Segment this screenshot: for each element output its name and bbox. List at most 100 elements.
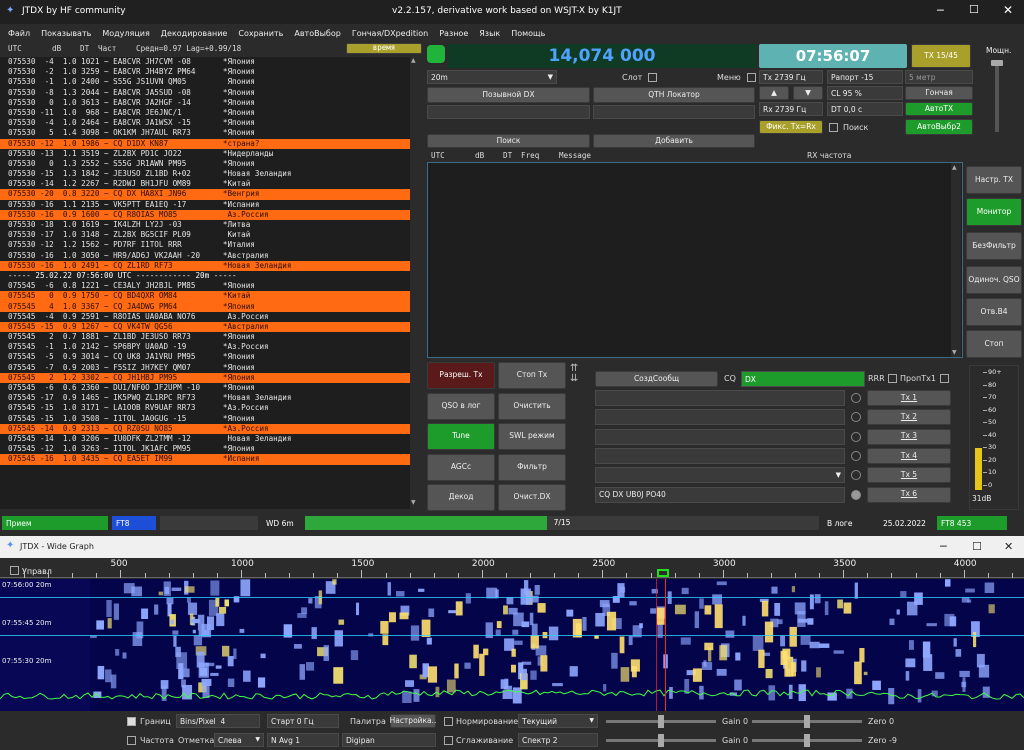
slot-checkbox[interactable] <box>648 73 657 82</box>
palette-settings-button[interactable]: Настройка.. <box>390 714 436 728</box>
decode-row[interactable]: 075530 0 1.3 2552 ~ S55G JR1AWN PM95 *Яп… <box>0 159 410 169</box>
start-field[interactable]: Старт 0 Гц <box>267 714 339 728</box>
skip-tx1-checkbox[interactable] <box>940 374 949 383</box>
tx-radio-3[interactable] <box>851 431 861 442</box>
zero-slider-1[interactable] <box>752 715 862 728</box>
decode-row[interactable]: 075530 -13 1.1 3519 ~ ZL2BX PD1C JO22 *Н… <box>0 149 410 159</box>
decode-row[interactable]: 075545 -14 0.9 2313 ~ CQ RZ0SU NO85 *Аз.… <box>0 423 410 434</box>
menu-item-4[interactable]: Сохранить <box>238 29 283 38</box>
autotx-button[interactable]: АвтоТХ <box>905 102 973 116</box>
cl-field[interactable]: CL 95 % <box>827 86 903 100</box>
mark-select[interactable]: Слева ▼ <box>214 733 264 747</box>
current-select[interactable]: Текущий ▼ <box>518 714 598 728</box>
power-slider[interactable] <box>991 60 1003 132</box>
tx-message-input-3[interactable] <box>595 428 845 445</box>
control-button-6[interactable]: AGCc <box>427 453 495 481</box>
decode-row[interactable]: 075545 -15 1.0 3171 ~ LA1OOB RV9UAF RR73… <box>0 403 410 413</box>
rx-frequency-list[interactable] <box>427 162 963 358</box>
decode-row[interactable]: 075530 -18 1.0 1619 ~ IK4LZH LY2J -03 *Л… <box>0 220 410 230</box>
maximize-icon[interactable]: ☐ <box>969 3 979 16</box>
dx-grid-input[interactable] <box>593 105 755 119</box>
side-button-5[interactable]: Стоп <box>966 330 1022 358</box>
menu-item-0[interactable]: Файл <box>8 29 30 38</box>
decode-row[interactable]: 075530 -4 1.0 1021 ~ EA8CVR JH7CVM -08 *… <box>0 57 410 67</box>
decode-row[interactable]: 075545 -16 1.0 3435 ~ CQ EA5ET IM99 *Исп… <box>0 454 410 465</box>
decode-row[interactable]: 075545 -12 1.0 3263 ~ I1TOL JK1AFC PM95 … <box>0 444 410 454</box>
decode-row[interactable]: ----- 25.02.22 07:56:00 UTC ------------… <box>0 271 410 281</box>
menu-item-9[interactable]: Помощь <box>511 29 545 38</box>
tx-button-6[interactable]: Tx 6 <box>867 486 951 503</box>
tx-radio-5[interactable] <box>851 470 861 481</box>
search-button[interactable]: Поиск <box>427 134 590 148</box>
menu-item-2[interactable]: Модуляция <box>102 29 149 38</box>
normalize-checkbox[interactable] <box>444 717 453 726</box>
decode-row[interactable]: 075545 2 0.7 1881 ~ ZL1BD JE3USO RR73 *Я… <box>0 332 410 342</box>
decode-row[interactable]: 075530 -17 1.0 3148 ~ ZL2BX BG5CIF PL09 … <box>0 230 410 240</box>
decode-row[interactable]: 075545 4 1.0 3367 ~ CQ JA4DWG PM64 *Япон… <box>0 301 410 312</box>
digipan-select[interactable]: Digipan <box>342 733 436 747</box>
menu-item-5[interactable]: АвтоВыбор <box>294 29 340 38</box>
side-button-4[interactable]: Отв.B4 <box>966 298 1022 326</box>
tx-freq-field[interactable]: Tx 2739 Гц <box>759 70 823 84</box>
time-button[interactable]: время <box>346 43 422 54</box>
control-button-0[interactable]: Разреш. Тх <box>427 362 495 389</box>
band-activity-scrollbar[interactable]: ▲ ▼ <box>410 57 420 509</box>
tx-button-3[interactable]: Tx 3 <box>867 428 951 445</box>
tx-button-4[interactable]: Tx 4 <box>867 447 951 464</box>
decode-row[interactable]: 075530 -16 1.0 3050 ~ HR9/AD6J VK2AAH -2… <box>0 251 410 261</box>
tx-button-2[interactable]: Tx 2 <box>867 409 951 426</box>
dx-call-input[interactable] <box>427 105 590 119</box>
decode-row[interactable]: 075545 -14 1.0 3206 ~ IU0DFK ZL2TMM -12 … <box>0 434 410 444</box>
decode-row[interactable]: 075530 -11 1.0 968 ~ EA8CVR JE6JNC/1 *Яп… <box>0 108 410 118</box>
side-button-2[interactable]: БезФильтр <box>966 232 1022 260</box>
control-button-7[interactable]: Фильтр <box>498 453 566 481</box>
decode-row[interactable]: 075530 -16 0.9 1600 ~ CQ R8OIAS MO85 Аз.… <box>0 209 410 220</box>
decode-row[interactable]: 075530 5 1.4 3098 ~ OK1KM JH7AUL RR73 *Я… <box>0 128 410 138</box>
decode-row[interactable]: 075530 -1 1.0 2400 ~ S55G JS1UVN QM05 Яп… <box>0 77 410 87</box>
tx-message-input-4[interactable] <box>595 447 845 464</box>
report-field[interactable]: Рапорт -15 <box>827 70 903 84</box>
control-button-1[interactable]: Стоп Тх <box>498 362 566 389</box>
rx-freq-field[interactable]: Rx 2739 Гц <box>759 102 823 116</box>
decode-row[interactable]: 075545 -6 0.8 1221 ~ CE3ALY JH2BJL PM85 … <box>0 281 410 291</box>
decode-row[interactable]: 075530 -2 1.0 3259 ~ EA8CVR JH4BYZ PM64 … <box>0 67 410 77</box>
tx-radio-1[interactable] <box>851 393 861 403</box>
close-icon[interactable]: ✕ <box>1003 3 1013 17</box>
control-button-5[interactable]: SWL режим <box>498 423 566 450</box>
tx-message-input-1[interactable] <box>595 390 845 406</box>
control-checkbox[interactable] <box>10 566 19 575</box>
tx-message-input-2[interactable] <box>595 409 845 426</box>
add-button[interactable]: Добавить <box>593 134 755 148</box>
tx-message-input-5[interactable]: ▼ <box>595 467 845 484</box>
smooth-checkbox[interactable] <box>444 736 453 745</box>
cq-input[interactable]: DX <box>741 371 865 387</box>
decode-row[interactable]: 075545 -17 0.9 1465 ~ IK5PWQ ZL1RPC RF73… <box>0 393 410 403</box>
decode-row[interactable]: 075530 -15 1.3 1842 ~ JE3USO ZL1BD R+02 … <box>0 169 410 179</box>
decode-row[interactable]: 075545 -15 1.0 3508 ~ I1TOL JA0GUG -15 *… <box>0 414 410 424</box>
band-activity-list[interactable]: 075530 -4 1.0 1021 ~ EA8CVR JH7CVM -08 *… <box>0 57 410 509</box>
decode-row[interactable]: 075530 -4 1.0 2464 ~ EA8CVR JA1WSX -15 *… <box>0 118 410 128</box>
menu-item-3[interactable]: Декодирование <box>161 29 228 38</box>
dx-call-button[interactable]: Позывной DX <box>427 87 590 103</box>
navg-field[interactable]: N Avg 1 <box>267 733 339 747</box>
minimize-icon[interactable]: ─ <box>937 4 944 17</box>
decode-row[interactable]: 075545 -6 0.6 2360 ~ DU1/NF0O JF2UPM -10… <box>0 383 410 393</box>
bins-pixel-field[interactable]: Bins/Pixel 4 <box>176 714 260 728</box>
decode-row[interactable]: 075530 -14 1.2 2267 ~ R2DWJ BH1JFU OM89 … <box>0 179 410 189</box>
control-button-4[interactable]: Tune <box>427 423 495 450</box>
decode-row[interactable]: 075530 -16 1.0 2491 ~ CQ ZL1RD RF73 *Нов… <box>0 260 410 271</box>
tx-message-input-6[interactable]: CQ DX UB0J PO40 <box>595 486 845 503</box>
rx-list-scrollbar[interactable]: ▲ ▼ <box>951 163 961 357</box>
control-button-3[interactable]: Очистить <box>498 392 566 420</box>
spectrum-select[interactable]: Спектр 2 <box>518 733 598 747</box>
decode-row[interactable]: 075545 0 0.9 1750 ~ CQ BD4QXR OM84 *Кита… <box>0 291 410 302</box>
decode-row[interactable]: 075545 -15 0.9 1267 ~ CQ VK4TW QG56 *Авс… <box>0 321 410 333</box>
side-button-3[interactable]: Одиноч. QSO <box>966 266 1022 294</box>
decode-row[interactable]: 075530 0 1.0 3613 ~ EA8CVR JA2HGF -14 *Я… <box>0 98 410 108</box>
dt-field[interactable]: DT 0,0 с <box>827 102 903 116</box>
tx-button-1[interactable]: Tx 1 <box>867 390 951 406</box>
wide-minimize-icon[interactable]: ─ <box>940 540 947 553</box>
five-meter-field[interactable]: 5 метр <box>905 70 973 84</box>
side-button-0[interactable]: Настр. TX <box>966 166 1022 194</box>
decode-row[interactable]: 075530 -12 1.2 1562 ~ PD7RF I1TOL RRR *И… <box>0 240 410 250</box>
